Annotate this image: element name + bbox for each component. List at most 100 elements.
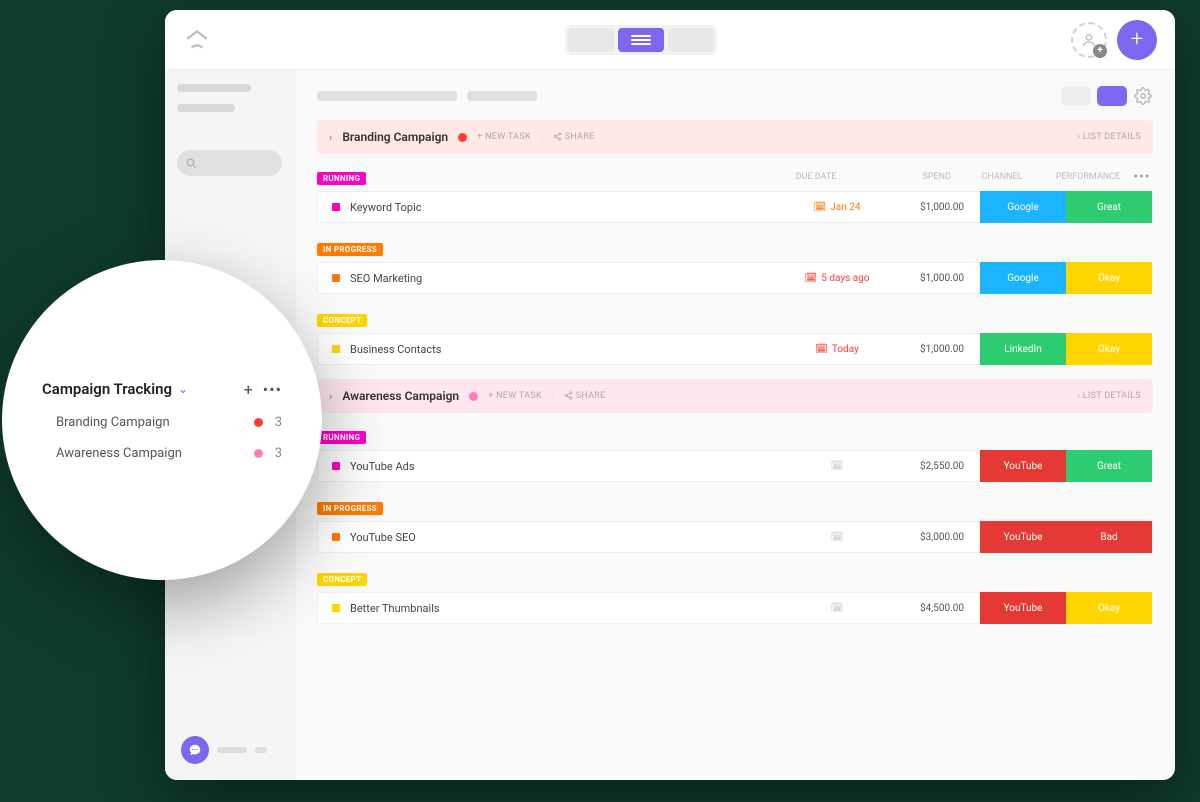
calendar-icon: 🗓 — [831, 461, 844, 472]
view-toggle-1[interactable] — [1061, 86, 1091, 106]
chevron-right-icon: › — [329, 131, 332, 144]
list-icon — [631, 35, 651, 45]
task-row[interactable]: Business Contacts 🗓Today $1,000.00 Linke… — [317, 333, 1153, 365]
view-btn-3[interactable] — [668, 28, 714, 52]
task-name: Better Thumbnails — [350, 602, 792, 615]
performance-tag[interactable]: Great — [1066, 191, 1152, 223]
sb-placeholder — [177, 84, 251, 92]
list-details-button[interactable]: › LIST DETAILS — [1077, 391, 1141, 401]
sidebar-popover: Campaign Tracking ⌄ + ••• Branding Campa… — [2, 260, 322, 580]
task-name: Business Contacts — [350, 343, 792, 356]
calendar-icon: 🗓 — [805, 273, 818, 284]
performance-tag[interactable]: Bad — [1066, 521, 1152, 553]
popover-item[interactable]: Branding Campaign 3 — [42, 407, 282, 438]
add-button[interactable]: + — [1117, 20, 1157, 60]
group-header: RUNNING DUE DATE SPEND CHANNEL PERFORMAN… — [317, 166, 1153, 187]
add-user-button[interactable]: + — [1071, 22, 1107, 58]
settings-button[interactable] — [1133, 86, 1153, 106]
view-btn-1[interactable] — [568, 28, 614, 52]
chevron-down-icon: ⌄ — [178, 382, 188, 396]
spend-value: $4,500.00 — [882, 603, 972, 614]
title-placeholder — [317, 91, 457, 101]
task-name: SEO Marketing — [350, 272, 792, 285]
calendar-icon: 🗓 — [831, 532, 844, 543]
status-dot — [332, 462, 340, 470]
header-right: + + — [1071, 20, 1157, 60]
due-date[interactable]: 🗓 — [792, 603, 882, 614]
logo-icon — [183, 26, 211, 54]
campaign-title: Branding Campaign — [342, 130, 448, 144]
share-button[interactable]: SHARE — [553, 132, 594, 142]
group-header: RUNNING — [317, 425, 1153, 446]
task-row[interactable]: Keyword Topic 🗓Jan 24 $1,000.00 Google G… — [317, 191, 1153, 223]
campaign-header[interactable]: › Branding Campaign + NEW TASK | SHARE ›… — [317, 120, 1153, 154]
due-date[interactable]: 🗓 — [792, 461, 882, 472]
due-date[interactable]: 🗓Today — [792, 344, 882, 355]
popover-header[interactable]: Campaign Tracking ⌄ + ••• — [42, 372, 282, 407]
channel-tag[interactable]: YouTube — [980, 592, 1066, 624]
channel-tag[interactable]: LinkedIn — [980, 333, 1066, 365]
due-text: Today — [832, 344, 859, 355]
popover-item[interactable]: Awareness Campaign 3 — [42, 438, 282, 469]
list-details-button[interactable]: › LIST DETAILS — [1077, 132, 1141, 142]
chat-button[interactable] — [181, 736, 209, 764]
calendar-icon: 🗓 — [814, 202, 827, 213]
status-dot — [332, 274, 340, 282]
due-text: Jan 24 — [830, 202, 860, 213]
status-badge: CONCEPT — [317, 314, 367, 327]
due-date[interactable]: 🗓Jan 24 — [792, 202, 882, 213]
campaign-dot — [458, 133, 467, 142]
popover-item-label: Branding Campaign — [56, 415, 170, 430]
chevron-right-icon: › — [329, 390, 332, 403]
chat-area — [181, 736, 267, 764]
channel-tag[interactable]: Google — [980, 262, 1066, 294]
performance-tag[interactable]: Okay — [1066, 333, 1152, 365]
group-header: IN PROGRESS — [317, 496, 1153, 517]
view-btn-list[interactable] — [618, 28, 664, 52]
new-task-button[interactable]: + NEW TASK — [477, 132, 531, 142]
task-row[interactable]: SEO Marketing 🗓5 days ago $1,000.00 Goog… — [317, 262, 1153, 294]
status-badge: RUNNING — [317, 172, 366, 185]
due-date[interactable]: 🗓5 days ago — [792, 273, 882, 284]
task-row[interactable]: YouTube Ads 🗓 $2,550.00 YouTube Great — [317, 450, 1153, 482]
campaign-header[interactable]: › Awareness Campaign + NEW TASK | SHARE … — [317, 379, 1153, 413]
topbar — [317, 86, 1153, 106]
popover-more-button[interactable]: ••• — [263, 380, 282, 399]
status-badge: IN PROGRESS — [317, 243, 383, 256]
col-channel: CHANNEL — [959, 172, 1045, 182]
new-task-button[interactable]: + NEW TASK — [488, 391, 542, 401]
performance-tag[interactable]: Great — [1066, 450, 1152, 482]
search-input[interactable] — [177, 150, 282, 176]
channel-tag[interactable]: Google — [980, 191, 1066, 223]
channel-tag[interactable]: YouTube — [980, 521, 1066, 553]
performance-tag[interactable]: Okay — [1066, 262, 1152, 294]
performance-tag[interactable]: Okay — [1066, 592, 1152, 624]
status-dot — [332, 604, 340, 612]
due-date[interactable]: 🗓 — [792, 532, 882, 543]
view-switcher — [565, 25, 717, 55]
share-button[interactable]: SHARE — [564, 391, 605, 401]
channel-tag[interactable]: YouTube — [980, 450, 1066, 482]
campaign-title: Awareness Campaign — [342, 389, 459, 403]
chat-placeholder — [217, 747, 247, 753]
group-header: IN PROGRESS — [317, 237, 1153, 258]
view-toggle-2[interactable] — [1097, 86, 1127, 106]
status-badge: CONCEPT — [317, 573, 367, 586]
task-name: YouTube Ads — [350, 460, 792, 473]
status-badge: IN PROGRESS — [317, 502, 383, 515]
col-spend: SPEND — [861, 172, 951, 182]
popover-item-label: Awareness Campaign — [56, 446, 182, 461]
popover-item-count: 3 — [275, 415, 282, 430]
popover-item-dot — [254, 418, 263, 427]
status-badge: RUNNING — [317, 431, 366, 444]
task-name: YouTube SEO — [350, 531, 792, 544]
main-content: › Branding Campaign + NEW TASK | SHARE ›… — [295, 70, 1175, 780]
popover-add-button[interactable]: + — [244, 380, 253, 399]
due-text: 5 days ago — [821, 273, 869, 284]
task-row[interactable]: Better Thumbnails 🗓 $4,500.00 YouTube Ok… — [317, 592, 1153, 624]
gear-icon — [1134, 87, 1152, 105]
header: + + — [165, 10, 1175, 70]
more-button[interactable]: ••• — [1131, 169, 1153, 185]
task-row[interactable]: YouTube SEO 🗓 $3,000.00 YouTube Bad — [317, 521, 1153, 553]
status-dot — [332, 345, 340, 353]
